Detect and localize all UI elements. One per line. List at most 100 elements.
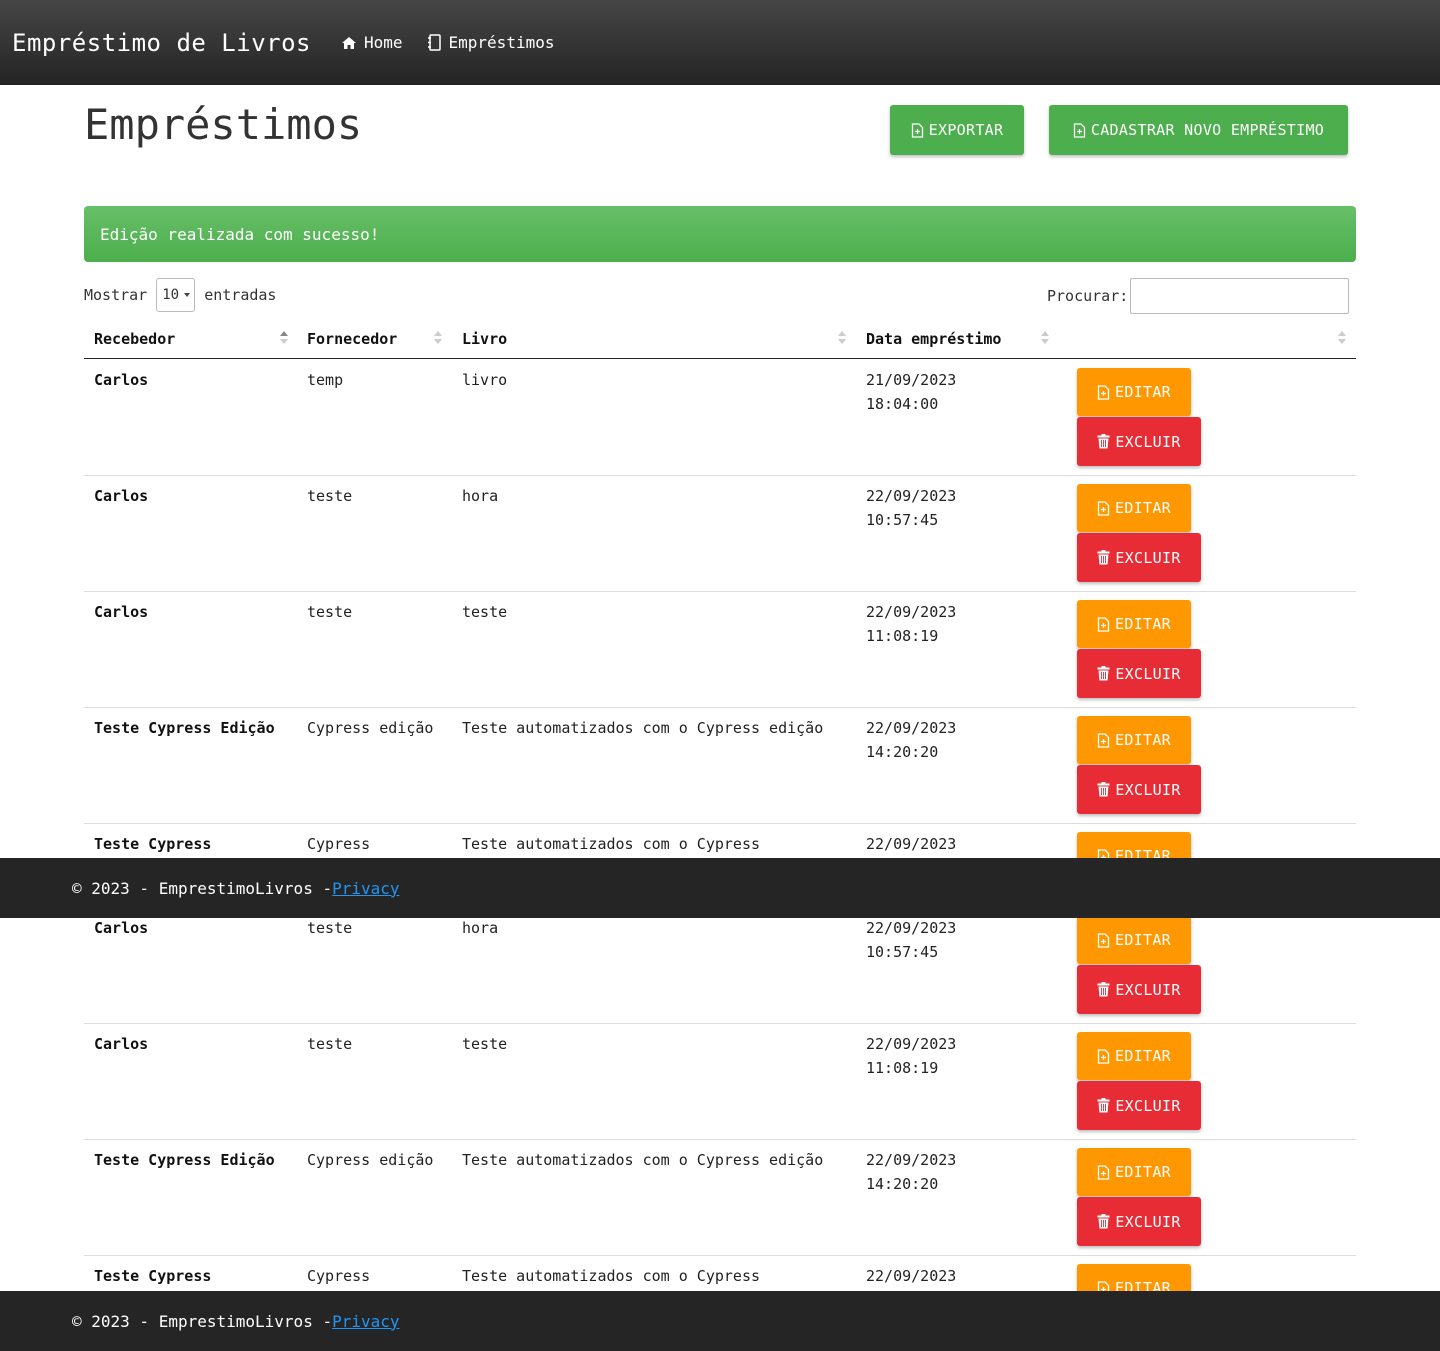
search-input[interactable] <box>1130 278 1350 314</box>
show-label: Mostrar <box>84 286 148 304</box>
nav-link-emprestimos[interactable]: Empréstimos <box>427 33 555 52</box>
edit-button-label: EDITAR <box>1115 931 1171 949</box>
edit-button-label: EDITAR <box>1115 1279 1171 1291</box>
column-header-label: Livro <box>462 330 508 348</box>
cell-date: 22/09/2023 <box>866 919 957 937</box>
file-plus-icon <box>911 122 923 138</box>
table-row: Teste Cypress Edição Cypress edição Teste … <box>84 1139 1356 1256</box>
new-loan-button[interactable]: CADASTRAR NOVO EMPRÉSTIMO <box>1049 105 1348 155</box>
delete-button-label: EXCLUIR <box>1115 432 1181 451</box>
trash-icon <box>1097 982 1110 997</box>
footer-copyright: © 2023 - EmprestimoLivros - <box>72 878 333 898</box>
cell-date: 22/09/2023 <box>866 1035 957 1053</box>
delete-button[interactable]: EXCLUIR <box>1077 965 1201 1014</box>
cell-fornecedor: teste <box>307 919 353 937</box>
edit-button[interactable]: EDITAR <box>1077 1148 1191 1196</box>
nav-link-emprestimos-label: Empréstimos <box>448 33 555 52</box>
column-header-label: Recebedor <box>94 330 176 348</box>
delete-button[interactable]: EXCLUIR <box>1077 765 1201 814</box>
cell-recebedor: Carlos <box>94 487 149 505</box>
cell-time: 11:08:19 <box>866 627 939 645</box>
edit-button-label: EDITAR <box>1115 1163 1171 1181</box>
cell-date: 22/09/2023 <box>866 1267 957 1285</box>
cell-livro: Teste automatizados com o Cypress <box>462 1267 761 1285</box>
privacy-link[interactable]: Privacy <box>332 879 399 898</box>
cell-recebedor: Teste Cypress <box>94 835 212 853</box>
cell-time: 14:20:20 <box>866 743 939 761</box>
cell-date: 22/09/2023 <box>866 603 957 621</box>
cell-data: 22/09/2023 10:57:45 <box>866 484 996 532</box>
column-header-recebedor[interactable]: Recebedor <box>84 320 297 358</box>
cell-fornecedor: Cypress <box>307 835 371 853</box>
navbar-brand[interactable]: Empréstimo de Livros <box>12 29 311 57</box>
column-header-actions[interactable] <box>1053 320 1356 358</box>
cell-date: 22/09/2023 <box>866 1151 957 1169</box>
delete-button-label: EXCLUIR <box>1115 980 1181 999</box>
alert-message: Edição realizada com sucesso! <box>100 224 380 244</box>
delete-button[interactable]: EXCLUIR <box>1077 417 1201 466</box>
home-icon <box>341 36 356 49</box>
trash-icon <box>1097 666 1110 681</box>
trash-icon <box>1097 550 1110 565</box>
column-header-fornecedor[interactable]: Fornecedor <box>297 320 452 358</box>
cell-data: 22/09/2023 <box>866 1264 996 1288</box>
table-row: Teste Cypress Cypress Teste automatizados … <box>84 823 1356 858</box>
cell-livro: hora <box>462 919 499 937</box>
edit-button-label: EDITAR <box>1115 615 1171 633</box>
cell-fornecedor: Cypress edição <box>307 1151 434 1169</box>
delete-button[interactable]: EXCLUIR <box>1077 1081 1201 1130</box>
delete-button-label: EXCLUIR <box>1115 548 1181 567</box>
sort-icon <box>1338 330 1346 346</box>
cell-fornecedor: Cypress <box>307 1267 371 1285</box>
file-plus-icon <box>1097 1048 1110 1064</box>
delete-button-label: EXCLUIR <box>1115 1096 1181 1115</box>
delete-button[interactable]: EXCLUIR <box>1077 649 1201 698</box>
file-plus-icon <box>1097 848 1110 858</box>
edit-button[interactable]: EDITAR <box>1077 918 1191 964</box>
file-plus-icon <box>1097 1164 1110 1180</box>
edit-button[interactable]: EDITAR <box>1077 600 1191 648</box>
cell-livro: Teste automatizados com o Cypress edição <box>462 719 824 737</box>
edit-button-label: EDITAR <box>1115 383 1171 401</box>
delete-button[interactable]: EXCLUIR <box>1077 533 1201 582</box>
edit-button[interactable]: EDITAR <box>1077 1032 1191 1080</box>
edit-button[interactable]: EDITAR <box>1077 832 1191 858</box>
nav-link-home[interactable]: Home <box>341 33 403 52</box>
cell-data: 22/09/2023 14:20:20 <box>866 716 996 764</box>
trash-icon <box>1097 1214 1110 1229</box>
nav-link-home-label: Home <box>363 33 403 52</box>
file-plus-icon <box>1097 932 1110 948</box>
table-row: Carlos teste teste 22/09/2023 11:08:19 EDITAR… <box>84 591 1356 708</box>
search-control: Procurar: <box>1047 278 1350 314</box>
delete-button[interactable]: EXCLUIR <box>1077 1197 1201 1246</box>
cell-recebedor: Carlos <box>94 1035 149 1053</box>
search-label: Procurar: <box>1047 287 1129 305</box>
cell-date: 22/09/2023 <box>866 487 957 505</box>
page-length-select[interactable]: 10 <box>156 278 196 312</box>
trash-icon <box>1097 782 1110 797</box>
edit-button-label: EDITAR <box>1115 847 1171 858</box>
sort-icon <box>838 330 846 346</box>
notebook-icon <box>427 34 441 51</box>
delete-button-label: EXCLUIR <box>1115 1212 1181 1231</box>
cell-fornecedor: teste <box>307 603 353 621</box>
edit-button[interactable]: EDITAR <box>1077 368 1191 416</box>
column-header-livro[interactable]: Livro <box>452 320 856 358</box>
delete-button-label: EXCLUIR <box>1115 780 1181 799</box>
file-plus-icon <box>1073 122 1086 138</box>
edit-button-label: EDITAR <box>1115 731 1171 749</box>
edit-button[interactable]: EDITAR <box>1077 484 1191 532</box>
file-plus-icon <box>1097 500 1110 516</box>
navbar: Empréstimo de Livros Home Empréstimos <box>0 0 1440 85</box>
privacy-link[interactable]: Privacy <box>332 1312 399 1331</box>
column-header-data[interactable]: Data empréstimo <box>856 320 1053 358</box>
export-button[interactable]: EXPORTAR <box>890 105 1024 155</box>
file-plus-icon <box>1097 732 1110 748</box>
column-header-label: Fornecedor <box>307 330 398 348</box>
page-length-value: 10 <box>162 287 180 303</box>
footer: © 2023 - EmprestimoLivros - Privacy <box>0 858 1440 918</box>
export-button-label: EXPORTAR <box>928 121 1004 139</box>
cell-time: 14:20:20 <box>866 1175 939 1193</box>
edit-button[interactable]: EDITAR <box>1077 1264 1191 1291</box>
edit-button[interactable]: EDITAR <box>1077 716 1191 764</box>
